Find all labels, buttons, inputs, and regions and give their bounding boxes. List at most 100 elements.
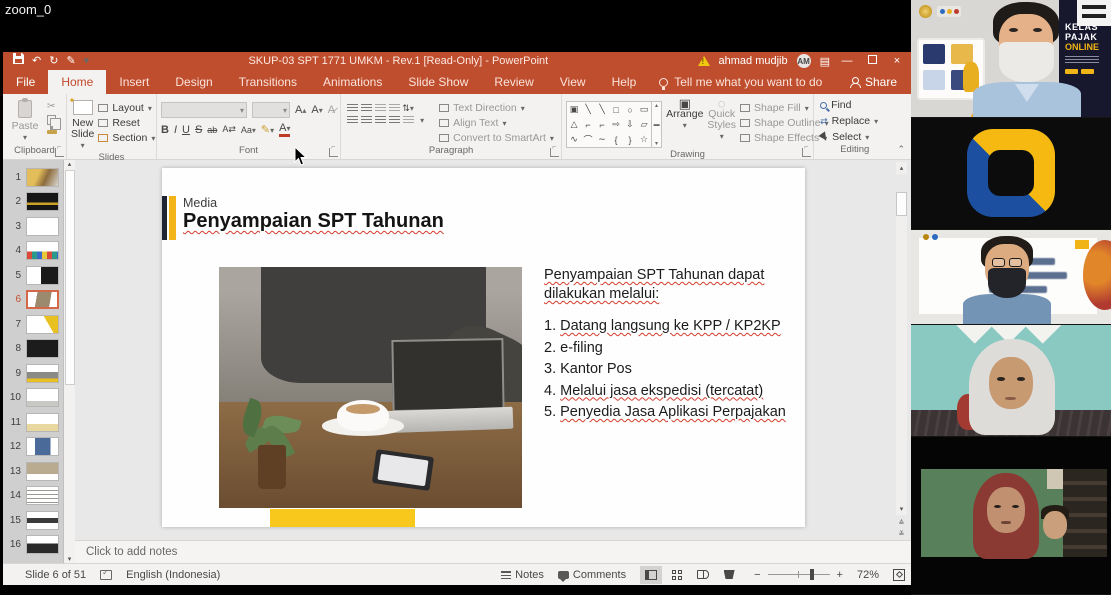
notes-pane[interactable]: Click to add notes xyxy=(75,540,911,563)
paste-button[interactable]: Paste ▾ xyxy=(7,98,43,144)
grow-font-icon[interactable]: A▴ xyxy=(295,104,306,116)
thumbnail-slide-11[interactable]: 11 xyxy=(7,410,63,435)
redo-icon[interactable]: ↻ xyxy=(49,52,58,70)
minimize-button[interactable]: — xyxy=(839,55,855,67)
rounded-rect-shape-icon[interactable]: ▭ xyxy=(640,104,649,115)
highlight-color-icon[interactable]: ✎▾ xyxy=(261,123,274,136)
notes-toggle[interactable]: Notes xyxy=(501,569,544,581)
clipboard-dialog-launcher[interactable] xyxy=(55,148,64,157)
align-text-button[interactable]: Align Text▾ xyxy=(439,117,554,129)
font-name-combobox[interactable]: ▾ xyxy=(161,102,247,118)
align-right-icon[interactable] xyxy=(375,116,386,125)
thumbnail-scroll-down-icon[interactable]: ▾ xyxy=(68,555,72,563)
previous-slide-icon[interactable]: ≙ xyxy=(899,519,905,527)
text-direction-button[interactable]: Text Direction▾ xyxy=(439,102,554,114)
tab-insert[interactable]: Insert xyxy=(106,70,162,94)
tab-animations[interactable]: Animations xyxy=(310,70,395,94)
zoom-slider[interactable] xyxy=(768,574,830,575)
slide-scrollbar[interactable]: ▴ ▾ ≙ ≚ xyxy=(895,162,908,538)
save-icon[interactable] xyxy=(13,52,24,70)
thumbnail-scroll-up-icon[interactable]: ▴ xyxy=(68,160,72,168)
slide-canvas[interactable]: Media Penyampaian SPT Tahunan xyxy=(162,168,805,527)
ribbon-display-options-icon[interactable]: ▤ xyxy=(820,55,830,68)
thumbnail-scrollbar[interactable]: ▴ ▾ xyxy=(63,160,75,563)
thumbnail-slide-8[interactable]: 8 xyxy=(7,337,63,362)
character-spacing-icon[interactable]: A⇄ xyxy=(222,124,236,135)
thumbnail-slide-10[interactable]: 10 xyxy=(7,386,63,411)
numbering-icon[interactable] xyxy=(361,104,372,113)
thumbnail-slide-6-selected[interactable]: 6 xyxy=(7,288,63,313)
select-button[interactable]: Select▾ xyxy=(820,131,891,143)
connector-shape-icon[interactable]: ⌐ xyxy=(599,120,604,130)
thumbnail-slide-1[interactable]: 1 xyxy=(7,165,63,190)
tab-review[interactable]: Review xyxy=(481,70,546,94)
video-tile-logo-avatar[interactable] xyxy=(911,118,1111,230)
scroll-up-icon[interactable]: ▴ xyxy=(896,162,907,174)
reading-view-button[interactable] xyxy=(692,566,714,584)
new-slide-button[interactable]: New Slide ▾ xyxy=(71,98,94,151)
video-tile-participant-teal-room[interactable] xyxy=(911,325,1111,437)
font-color-icon[interactable]: A▾ xyxy=(279,122,290,137)
italic-icon[interactable]: I xyxy=(174,124,177,136)
collapse-ribbon-icon[interactable]: ⌃ xyxy=(895,144,911,159)
quick-styles-button[interactable]: ◌ Quick Styles ▾ xyxy=(707,98,736,148)
language-indicator[interactable]: English (Indonesia) xyxy=(126,569,220,581)
shapes-gallery[interactable]: ▣ ╲ ╲ □ ○ ▭ ▴▬▾ △ ⌐ ⌐ ⇨ ⇩ ▱ ∿ ⌒ xyxy=(566,101,662,148)
thumbnail-slide-14[interactable]: 14 xyxy=(7,484,63,509)
thumbnail-slide-13[interactable]: 13 xyxy=(7,459,63,484)
change-case-icon[interactable]: Aa▾ xyxy=(241,125,256,135)
text-shadow-icon[interactable]: ab xyxy=(207,125,217,135)
share-button[interactable]: Share xyxy=(836,70,911,94)
tab-slide-show[interactable]: Slide Show xyxy=(395,70,481,94)
replace-button[interactable]: ⇄Replace▾ xyxy=(820,115,891,127)
thumbnail-slide-15[interactable]: 15 xyxy=(7,508,63,533)
thumbnail-slide-4[interactable]: 4 xyxy=(7,239,63,264)
layout-button[interactable]: Layout▾ xyxy=(98,102,155,114)
tab-design[interactable]: Design xyxy=(162,70,225,94)
zoom-slider-thumb[interactable] xyxy=(810,569,814,580)
oval-shape-icon[interactable]: ○ xyxy=(627,105,632,115)
cut-icon[interactable]: ✂ xyxy=(47,101,57,112)
slide-show-button[interactable] xyxy=(718,566,740,584)
brace-right-shape-icon[interactable]: } xyxy=(629,135,632,145)
right-arrow-shape-icon[interactable]: ⇨ xyxy=(612,119,620,130)
strikethrough-icon[interactable]: S xyxy=(195,124,202,136)
bold-icon[interactable]: B xyxy=(161,124,169,136)
close-button[interactable]: × xyxy=(889,55,905,67)
section-button[interactable]: Section▾ xyxy=(98,132,155,144)
spell-check-icon[interactable] xyxy=(100,570,112,580)
tab-transitions[interactable]: Transitions xyxy=(226,70,310,94)
reset-button[interactable]: Reset xyxy=(98,117,155,129)
callout-shape-icon[interactable]: ▱ xyxy=(641,119,648,130)
slide-sorter-view-button[interactable] xyxy=(666,566,688,584)
undo-icon[interactable]: ↶ xyxy=(32,52,41,70)
thumbnail-slide-7[interactable]: 7 xyxy=(7,312,63,337)
bullets-icon[interactable] xyxy=(347,104,358,113)
align-left-icon[interactable] xyxy=(347,116,358,125)
tab-file[interactable]: File xyxy=(3,70,48,94)
video-tile-participant-green-room[interactable] xyxy=(911,437,1111,595)
scribble-shape-icon[interactable]: ∿ xyxy=(570,134,578,145)
font-dialog-launcher[interactable] xyxy=(329,148,338,157)
warning-icon[interactable] xyxy=(698,56,710,66)
zoom-percentage[interactable]: 72% xyxy=(857,569,879,581)
align-center-icon[interactable] xyxy=(361,116,372,125)
arrow-shape-icon[interactable]: ╲ xyxy=(599,104,604,115)
next-slide-icon[interactable]: ≚ xyxy=(899,530,905,538)
thumbnail-slide-12[interactable]: 12 xyxy=(7,435,63,460)
video-tile-presenter[interactable]: KELAS PAJAK ONLINE xyxy=(911,0,1111,118)
thumbnail-slide-9[interactable]: 9 xyxy=(7,361,63,386)
copy-icon[interactable] xyxy=(47,115,56,125)
down-arrow-shape-icon[interactable]: ⇩ xyxy=(626,119,634,130)
zoom-out-button[interactable]: − xyxy=(754,569,760,581)
tab-help[interactable]: Help xyxy=(599,70,650,94)
underline-icon[interactable]: U xyxy=(182,124,190,136)
star-shape-icon[interactable]: ☆ xyxy=(640,134,648,145)
drawing-dialog-launcher[interactable] xyxy=(802,148,811,157)
line-spacing-icon[interactable]: ⇅▾ xyxy=(402,103,414,114)
triangle-shape-icon[interactable]: △ xyxy=(571,119,578,130)
arrange-button[interactable]: ▣ Arrange ▾ xyxy=(666,98,703,148)
shrink-font-icon[interactable]: A▾ xyxy=(311,104,322,116)
line-shape-icon[interactable]: ╲ xyxy=(585,104,590,115)
curve-shape-icon[interactable]: ∼ xyxy=(598,134,606,145)
